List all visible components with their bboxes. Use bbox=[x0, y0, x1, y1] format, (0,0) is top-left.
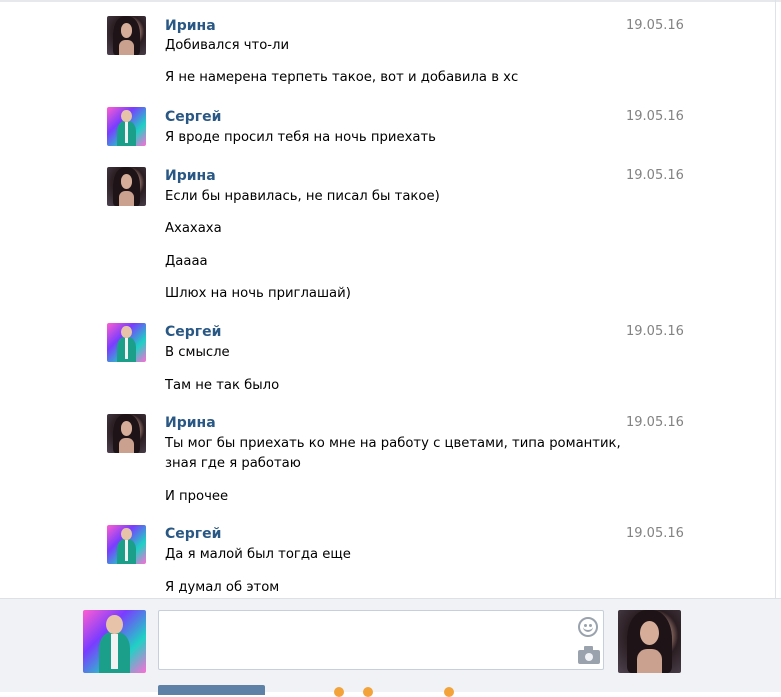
message-author[interactable]: Сергей bbox=[165, 323, 221, 341]
peer-avatar[interactable] bbox=[618, 610, 681, 673]
message-text: И прочее bbox=[165, 489, 229, 504]
message-date[interactable]: 19.05.16 bbox=[626, 323, 684, 341]
message-text: Ты мог бы приехать ко мне на работу с цв… bbox=[165, 436, 621, 451]
message-author[interactable]: Ирина bbox=[165, 414, 216, 432]
message-text: Да я малой был тогда еще bbox=[165, 547, 351, 562]
message-date[interactable]: 19.05.16 bbox=[626, 108, 684, 126]
sticker-icon[interactable] bbox=[363, 687, 373, 697]
send-button[interactable] bbox=[158, 685, 265, 695]
sticker-icon[interactable] bbox=[444, 687, 454, 697]
sergey-avatar[interactable] bbox=[107, 107, 146, 146]
message-text: Я думал об этом bbox=[165, 580, 280, 595]
message-text: Я не намерена терпеть такое, вот и добав… bbox=[165, 70, 519, 85]
message-author[interactable]: Сергей bbox=[165, 525, 221, 543]
message-text: Шлюх на ночь приглашай) bbox=[165, 286, 351, 301]
message-text: зная где я работаю bbox=[165, 456, 301, 471]
reply-field[interactable] bbox=[158, 610, 604, 670]
camera-icon[interactable] bbox=[578, 646, 600, 664]
message-text: В смысле bbox=[165, 345, 230, 360]
message-date[interactable]: 19.05.16 bbox=[626, 167, 684, 185]
message-date[interactable]: 19.05.16 bbox=[626, 525, 684, 543]
message-text: Я вроде просил тебя на ночь приехать bbox=[165, 130, 436, 145]
right-divider bbox=[775, 0, 776, 598]
message-text: Добивался что-ли bbox=[165, 38, 290, 53]
irina-avatar[interactable] bbox=[107, 414, 146, 453]
reply-input[interactable] bbox=[163, 615, 577, 669]
message-date[interactable]: 19.05.16 bbox=[626, 17, 684, 35]
irina-avatar[interactable] bbox=[107, 16, 146, 55]
message-text: Даааа bbox=[165, 254, 208, 269]
sergey-avatar[interactable] bbox=[107, 525, 146, 564]
message-author[interactable]: Ирина bbox=[165, 17, 216, 35]
message-author[interactable]: Ирина bbox=[165, 167, 216, 185]
irina-avatar[interactable] bbox=[107, 167, 146, 206]
smile-icon[interactable] bbox=[578, 617, 598, 637]
my-avatar[interactable] bbox=[83, 610, 146, 673]
sergey-avatar[interactable] bbox=[107, 323, 146, 362]
message-text: Ахахаха bbox=[165, 221, 222, 236]
message-date[interactable]: 19.05.16 bbox=[626, 414, 684, 432]
message-text: Если бы нравилась, не писал бы такое) bbox=[165, 189, 440, 204]
message-author[interactable]: Сергей bbox=[165, 108, 221, 126]
message-composer bbox=[0, 598, 781, 697]
message-text: Там не так было bbox=[165, 378, 280, 393]
message-history: Ирина 19.05.16 Добивался что-ли Я не нам… bbox=[0, 0, 775, 598]
sticker-icon[interactable] bbox=[334, 687, 344, 697]
